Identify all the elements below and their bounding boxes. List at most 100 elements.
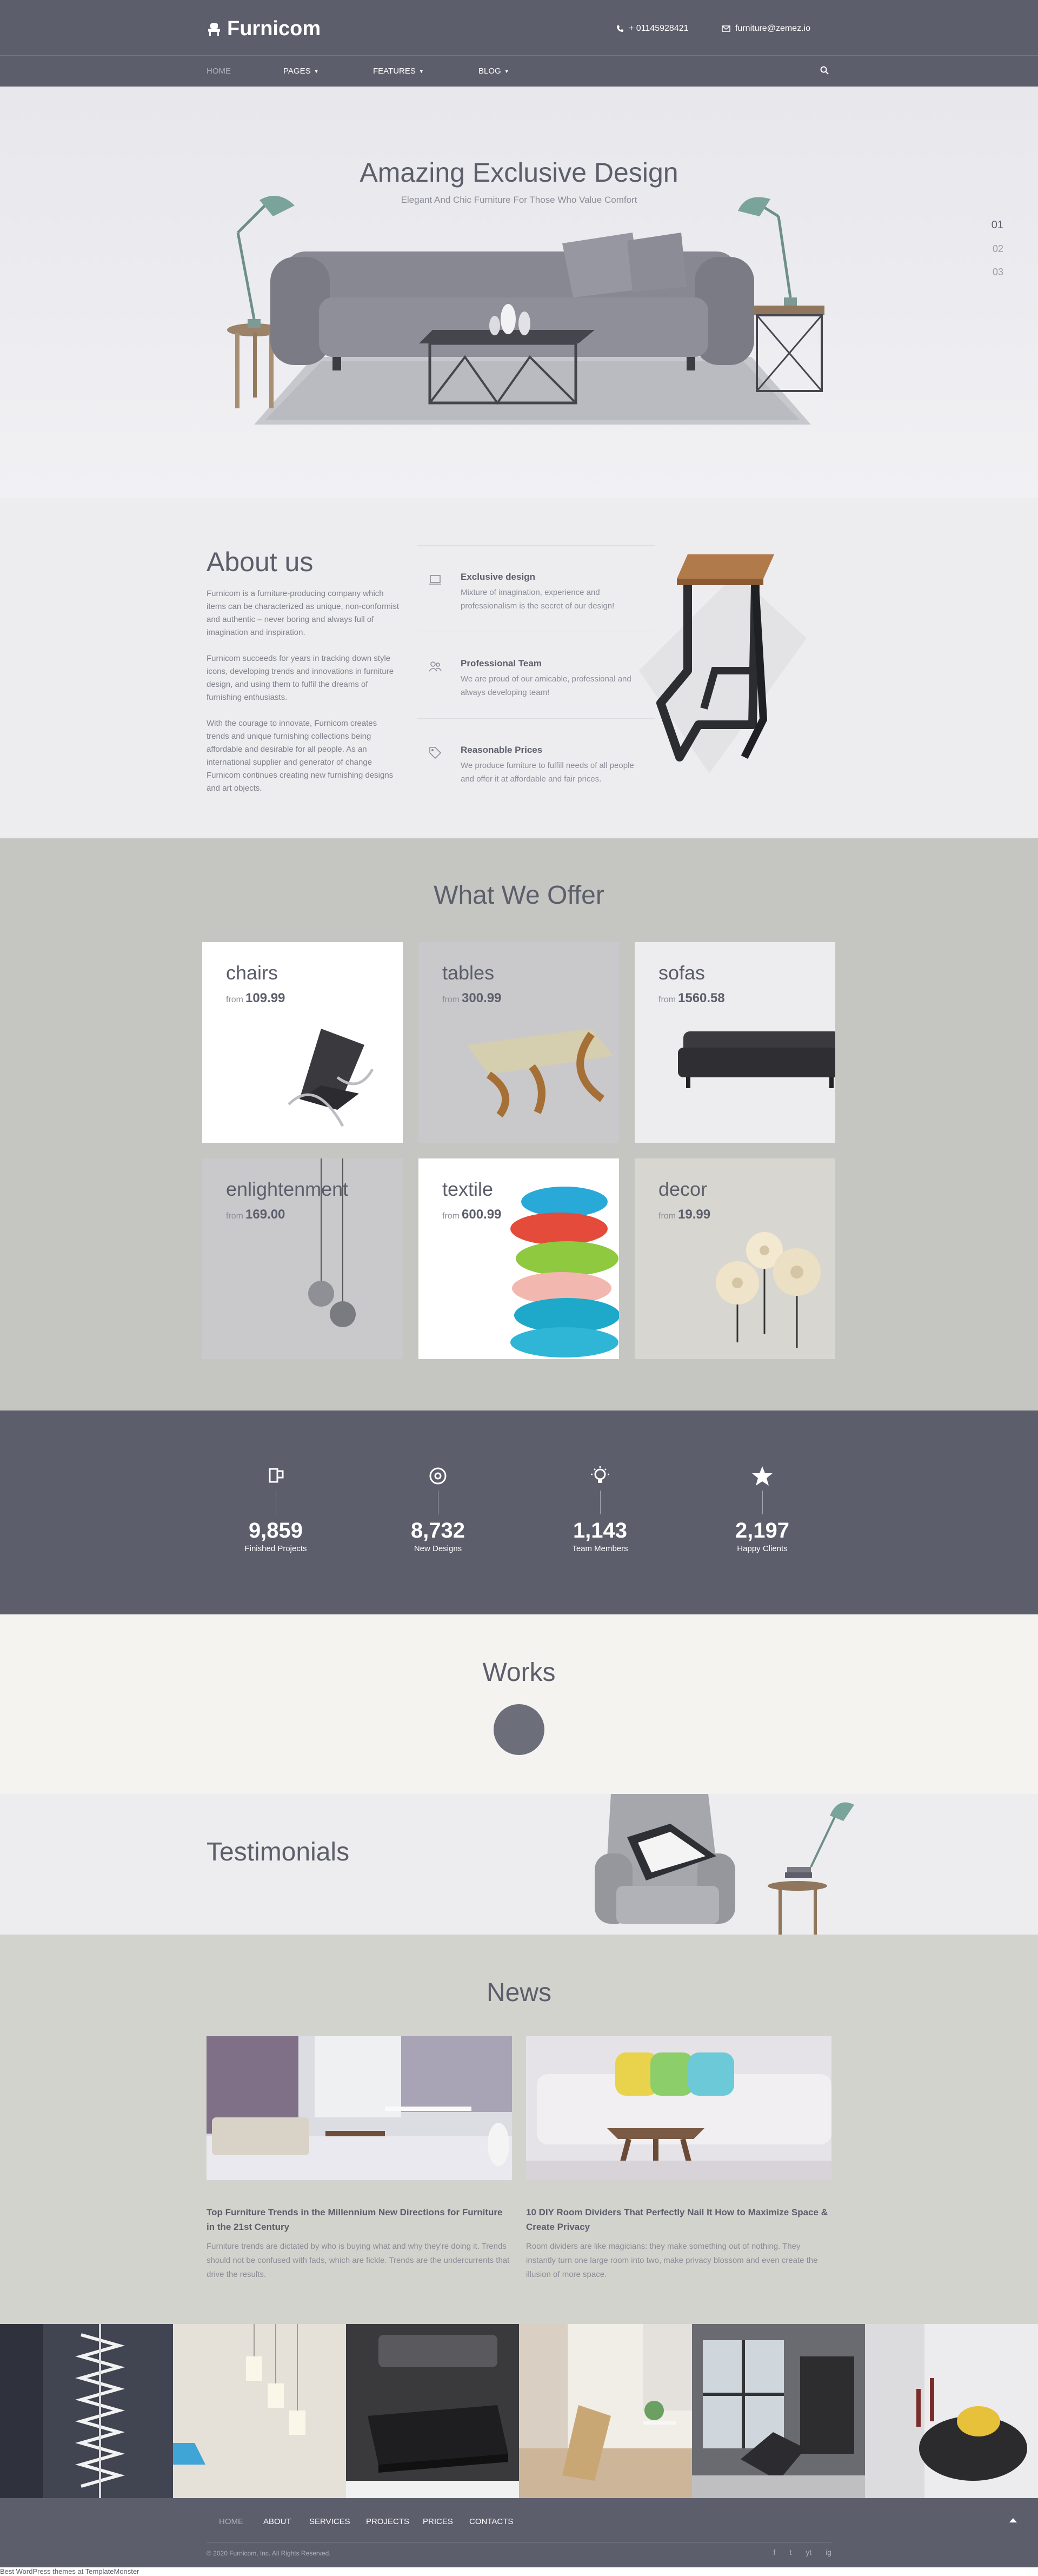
nav-pages[interactable]: Pages ▼	[283, 67, 319, 76]
news-section: News Top Furniture Trends in the Millenn…	[0, 1935, 1038, 2324]
price-tag-icon	[429, 747, 442, 759]
instagram-icon[interactable]: ig	[826, 2548, 831, 2557]
from-label: from	[226, 995, 243, 1004]
youtube-icon[interactable]: yt	[806, 2548, 811, 2557]
credits-bar: Best WordPress themes at TemplateMonster	[0, 2567, 1038, 2576]
card-name: sofas	[658, 962, 706, 984]
slider-pagination: 01 02 03	[992, 219, 1003, 278]
hero-slider: Amazing Exclusive Design Elegant And Chi…	[0, 87, 1038, 498]
news-item[interactable]: 10 DIY Room Dividers That Perfectly Nail…	[526, 2036, 831, 2282]
slide-dot-1[interactable]: 01	[992, 219, 1003, 231]
stat-team-members: 1,143 Team Members	[535, 1465, 665, 1553]
design-icon	[429, 575, 441, 585]
stat-happy-clients: 2,197 Happy Clients	[697, 1465, 827, 1553]
mail-icon	[722, 25, 730, 32]
decor-image	[716, 1232, 821, 1348]
slide-dot-3[interactable]: 03	[993, 267, 1003, 278]
news-item-title[interactable]: Top Furniture Trends in the Millennium N…	[207, 2205, 512, 2234]
offer-card-chairs[interactable]: chairs from 109.99	[202, 942, 403, 1143]
stat-value: 2,197	[735, 1519, 790, 1542]
feature-reasonable-prices: Reasonable Prices We produce furniture t…	[417, 718, 655, 805]
facebook-icon[interactable]: f	[773, 2548, 775, 2557]
armchair-image	[595, 1794, 854, 1935]
offer-card-enlightenment[interactable]: enlightenment from 169.00	[202, 1158, 403, 1359]
nav-features[interactable]: Features ▼	[373, 67, 424, 76]
pillows-image	[510, 1187, 619, 1357]
top-header: Furnicom + 01145928421 furniture@zemez.i…	[0, 0, 1038, 55]
gallery-tile[interactable]	[346, 2324, 519, 2498]
footer: Home About Services Projects Prices Cont…	[0, 2498, 1038, 2567]
social-links: f t yt ig	[773, 2548, 831, 2557]
footer-nav-home[interactable]: Home	[219, 2517, 243, 2526]
scroll-to-top-button[interactable]	[1009, 2518, 1021, 2529]
logo-icon	[208, 23, 220, 36]
feature-text: We produce furniture to fulfill needs of…	[461, 761, 634, 784]
footer-nav-prices[interactable]: Prices	[423, 2517, 453, 2526]
feature-professional-team: Professional Team We are proud of our am…	[417, 632, 655, 718]
news-item[interactable]: Top Furniture Trends in the Millennium N…	[207, 2036, 512, 2282]
hero-sofa-image	[227, 196, 824, 425]
news-item-text: Furniture trends are dictated by who is …	[207, 2242, 510, 2279]
twitter-icon[interactable]: t	[789, 2548, 791, 2557]
testimonials-section: Testimonials	[0, 1794, 1038, 1935]
works-section: Works	[0, 1614, 1038, 1794]
about-title: About us	[207, 547, 314, 577]
news-image[interactable]	[207, 2036, 512, 2180]
card-price: 1560.58	[678, 991, 725, 1005]
stat-new-designs: 8,732 New Designs	[373, 1465, 503, 1553]
credits-text[interactable]: Best WordPress themes at TemplateMonster	[0, 2567, 139, 2575]
nav-home[interactable]: Home	[207, 67, 231, 76]
gallery-tile[interactable]	[0, 2324, 173, 2498]
offer-card-sofas[interactable]: sofas from 1560.58	[635, 942, 835, 1143]
footer-nav-services[interactable]: Services	[309, 2517, 350, 2526]
chevron-down-icon: ▼	[314, 68, 319, 74]
sofa-pillows-image	[526, 2036, 831, 2180]
offer-title: What We Offer	[434, 881, 604, 910]
offer-card-tables[interactable]: tables from 300.99	[418, 942, 619, 1143]
feature-text: We are proud of our amicable, profession…	[461, 674, 631, 697]
email-contact[interactable]: furniture@zemez.io	[722, 24, 810, 34]
about-paragraph: Furnicom succeeds for years in tracking …	[207, 654, 394, 702]
email-address: furniture@zemez.io	[735, 24, 810, 33]
gallery-tile[interactable]	[519, 2324, 692, 2498]
chevron-up-icon	[1009, 2518, 1017, 2522]
footer-nav-about[interactable]: About	[263, 2517, 291, 2526]
gallery-strip	[0, 2324, 1038, 2498]
logo[interactable]: Furnicom	[207, 17, 321, 41]
copyright: © 2020 Furnicom, Inc. All Rights Reserve…	[207, 2549, 331, 2557]
chevron-down-icon: ▼	[504, 68, 509, 74]
card-name: chairs	[226, 962, 278, 984]
card-price: 169.00	[245, 1207, 285, 1222]
footer-nav-projects[interactable]: Projects	[366, 2517, 409, 2526]
gallery-tile[interactable]	[692, 2324, 865, 2498]
search-button[interactable]	[820, 65, 831, 77]
card-price: 300.99	[462, 991, 502, 1005]
from-label: from	[658, 1211, 676, 1221]
phone-contact[interactable]: + 01145928421	[616, 24, 688, 34]
sofa-image	[678, 1031, 835, 1088]
from-label: from	[226, 1211, 243, 1221]
pendant-lights-image	[173, 2324, 346, 2498]
slide-dot-2[interactable]: 02	[993, 243, 1003, 255]
news-image[interactable]	[526, 2036, 831, 2180]
offer-card-decor[interactable]: decor from 19.99	[635, 1158, 835, 1359]
gallery-tile[interactable]	[173, 2324, 346, 2498]
nav-blog[interactable]: Blog ▼	[478, 67, 509, 76]
phone-number: + 01145928421	[629, 24, 689, 33]
stat-finished-projects: 9,859 Finished Projects	[211, 1465, 341, 1553]
star-icon	[752, 1466, 773, 1486]
offer-card-textile[interactable]: textile from 600.99	[418, 1158, 619, 1359]
card-price: 600.99	[462, 1207, 502, 1222]
loading-indicator	[494, 1704, 544, 1755]
feature-title: Exclusive design	[461, 572, 535, 582]
news-item-title[interactable]: 10 DIY Room Dividers That Perfectly Nail…	[526, 2205, 831, 2234]
team-icon	[429, 661, 442, 672]
testimonials-title: Testimonials	[207, 1838, 350, 1866]
footer-nav-contacts[interactable]: Contacts	[469, 2517, 513, 2526]
gear-icon	[429, 1467, 447, 1485]
stat-value: 9,859	[248, 1519, 303, 1542]
from-label: from	[658, 995, 676, 1004]
gallery-tile[interactable]	[865, 2324, 1038, 2498]
table-image	[467, 1029, 613, 1118]
stats-section: 9,859 Finished Projects 8,732 New Design…	[0, 1410, 1038, 1614]
